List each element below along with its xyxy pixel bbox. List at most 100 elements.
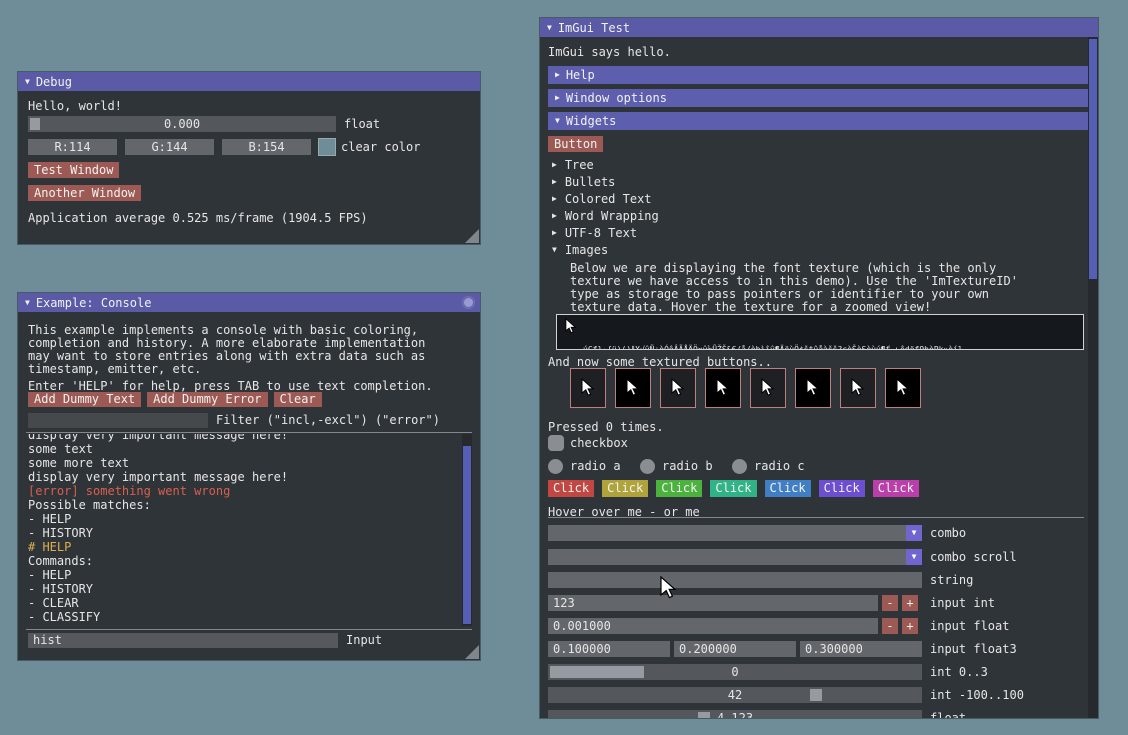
intro-line: timestamp, emitter, etc.	[28, 363, 201, 376]
clear-color-swatch[interactable]	[319, 139, 335, 155]
combo-arrow-button[interactable]: ▼	[906, 549, 922, 565]
clear-button[interactable]: Clear	[274, 392, 322, 407]
green-input[interactable]: G:144	[125, 139, 214, 155]
log-line: some more text	[28, 456, 472, 470]
decrement-button[interactable]: -	[882, 618, 898, 634]
string-input[interactable]: Hello, world!	[548, 572, 922, 588]
another-window-button[interactable]: Another Window	[28, 185, 141, 201]
float3-input-x[interactable]: 0.100000	[548, 641, 670, 657]
separator	[26, 629, 472, 630]
float-slider-2-label: float	[930, 712, 966, 718]
increment-button[interactable]: +	[902, 618, 918, 634]
collapse-arrow-icon[interactable]: ▼	[25, 299, 30, 307]
click-button-7[interactable]: Click	[873, 480, 919, 497]
combo-scroll-box[interactable]: ▼	[548, 549, 922, 565]
click-button-4[interactable]: Click	[710, 480, 756, 497]
click-button-5[interactable]: Click	[765, 480, 811, 497]
header-widgets[interactable]: ▼ Widgets	[548, 112, 1088, 130]
checkbox-label: checkbox	[570, 437, 628, 450]
chevron-down-icon: ▼	[552, 246, 557, 254]
float-slider-2[interactable]: 4.123	[548, 710, 922, 718]
tree-node-utf8-text[interactable]: ▶ UTF-8 Text	[552, 225, 637, 241]
button-widget[interactable]: Button	[548, 136, 603, 152]
tree-node-label: Tree	[565, 158, 594, 172]
int-input-label: input int	[930, 597, 995, 610]
tree-node-label: Colored Text	[565, 192, 652, 206]
click-button-6[interactable]: Click	[819, 480, 865, 497]
collapse-arrow-icon[interactable]: ▼	[25, 78, 30, 86]
debug-titlebar[interactable]: ▼ Debug	[18, 72, 480, 91]
test-window-button[interactable]: Test Window	[28, 162, 119, 178]
console-command-input[interactable]: hist	[28, 633, 338, 648]
log-line: some text	[28, 442, 472, 456]
filter-input[interactable]	[28, 413, 208, 428]
radio-b[interactable]	[640, 459, 655, 474]
texture-button[interactable]	[570, 368, 606, 408]
test-titlebar[interactable]: ▼ ImGui Test	[540, 18, 1098, 37]
window-scrollbar[interactable]	[1088, 37, 1098, 718]
cursor-icon	[671, 378, 685, 398]
close-button[interactable]	[462, 296, 475, 309]
click-button-1[interactable]: Click	[548, 480, 594, 497]
int-slider[interactable]: 0	[548, 664, 922, 680]
texture-button[interactable]	[705, 368, 741, 408]
texture-button[interactable]	[795, 368, 831, 408]
header-window-options[interactable]: ▶ Window options	[548, 89, 1088, 107]
resize-grip-icon[interactable]	[465, 229, 479, 243]
resize-grip-icon[interactable]	[465, 645, 479, 659]
chevron-right-icon: ▶	[555, 94, 560, 102]
add-dummy-text-button[interactable]: Add Dummy Text	[28, 392, 141, 407]
console-titlebar[interactable]: ▼ Example: Console	[18, 293, 480, 312]
radio-a-label: radio a	[570, 460, 621, 473]
red-input[interactable]: R:114	[28, 139, 117, 155]
tree-node-tree[interactable]: ▶ Tree	[552, 157, 594, 173]
window-title: Debug	[36, 75, 72, 89]
slider-value: 42	[548, 687, 922, 703]
console-scrollbar[interactable]	[462, 434, 472, 626]
tree-node-label: Images	[565, 243, 608, 257]
slider-value: 4.123	[548, 710, 922, 718]
tree-node-images[interactable]: ▼ Images	[552, 242, 608, 258]
float-input[interactable]: 0.001000	[548, 618, 878, 634]
float-slider[interactable]: 0.000	[28, 116, 336, 132]
scrollbar-grab[interactable]	[463, 446, 471, 624]
texture-button[interactable]	[885, 368, 921, 408]
texture-button[interactable]	[660, 368, 696, 408]
header-label: Help	[566, 68, 595, 82]
header-help[interactable]: ▶ Help	[548, 66, 1088, 84]
combo-arrow-button[interactable]: ▼	[906, 525, 922, 541]
tree-node-bullets[interactable]: ▶ Bullets	[552, 174, 615, 190]
float3-input-z[interactable]: 0.300000	[800, 641, 922, 657]
tree-node-colored-text[interactable]: ▶ Colored Text	[552, 191, 652, 207]
checkbox[interactable]	[548, 435, 564, 451]
increment-button[interactable]: +	[902, 595, 918, 611]
decrement-button[interactable]: -	[882, 595, 898, 611]
tree-node-word-wrapping[interactable]: ▶ Word Wrapping	[552, 208, 659, 224]
pressed-count-text: Pressed 0 times.	[548, 421, 664, 434]
scrollbar-grab[interactable]	[1089, 39, 1097, 279]
texture-button[interactable]	[750, 368, 786, 408]
console-input-label: Input	[346, 634, 382, 647]
separator	[548, 517, 1084, 518]
font-texture-image[interactable]: úCf}·{ü)()∥X√ŷÑ¿òÓôÂÃÅÄÖ×ŷ½ŨŽŠ&€/å/èbìîŷ…	[556, 314, 1084, 350]
images-description-line: texture data. Hover the texture for a zo…	[570, 301, 931, 314]
console-log-area[interactable]: display very important message here! som…	[26, 434, 472, 626]
texture-button[interactable]	[840, 368, 876, 408]
add-dummy-error-button[interactable]: Add Dummy Error	[147, 392, 267, 407]
click-button-2[interactable]: Click	[602, 480, 648, 497]
int-slider-2[interactable]: 42	[548, 687, 922, 703]
console-window: ▼ Example: Console This example implemen…	[18, 293, 480, 660]
collapse-arrow-icon[interactable]: ▼	[547, 24, 552, 32]
radio-a[interactable]	[548, 459, 563, 474]
float3-input-y[interactable]: 0.200000	[674, 641, 796, 657]
debug-window: ▼ Debug Hello, world! 0.000 float R:114 …	[18, 72, 480, 244]
int-input[interactable]: 123	[548, 595, 878, 611]
click-button-3[interactable]: Click	[656, 480, 702, 497]
texture-button[interactable]	[615, 368, 651, 408]
tree-node-label: Word Wrapping	[565, 209, 659, 223]
cursor-icon	[626, 378, 640, 398]
radio-c[interactable]	[732, 459, 747, 474]
filter-label: Filter ("incl,-excl") ("error")	[216, 414, 440, 427]
blue-input[interactable]: B:154	[222, 139, 311, 155]
combo-box[interactable]: bbbb ▼	[548, 525, 922, 541]
